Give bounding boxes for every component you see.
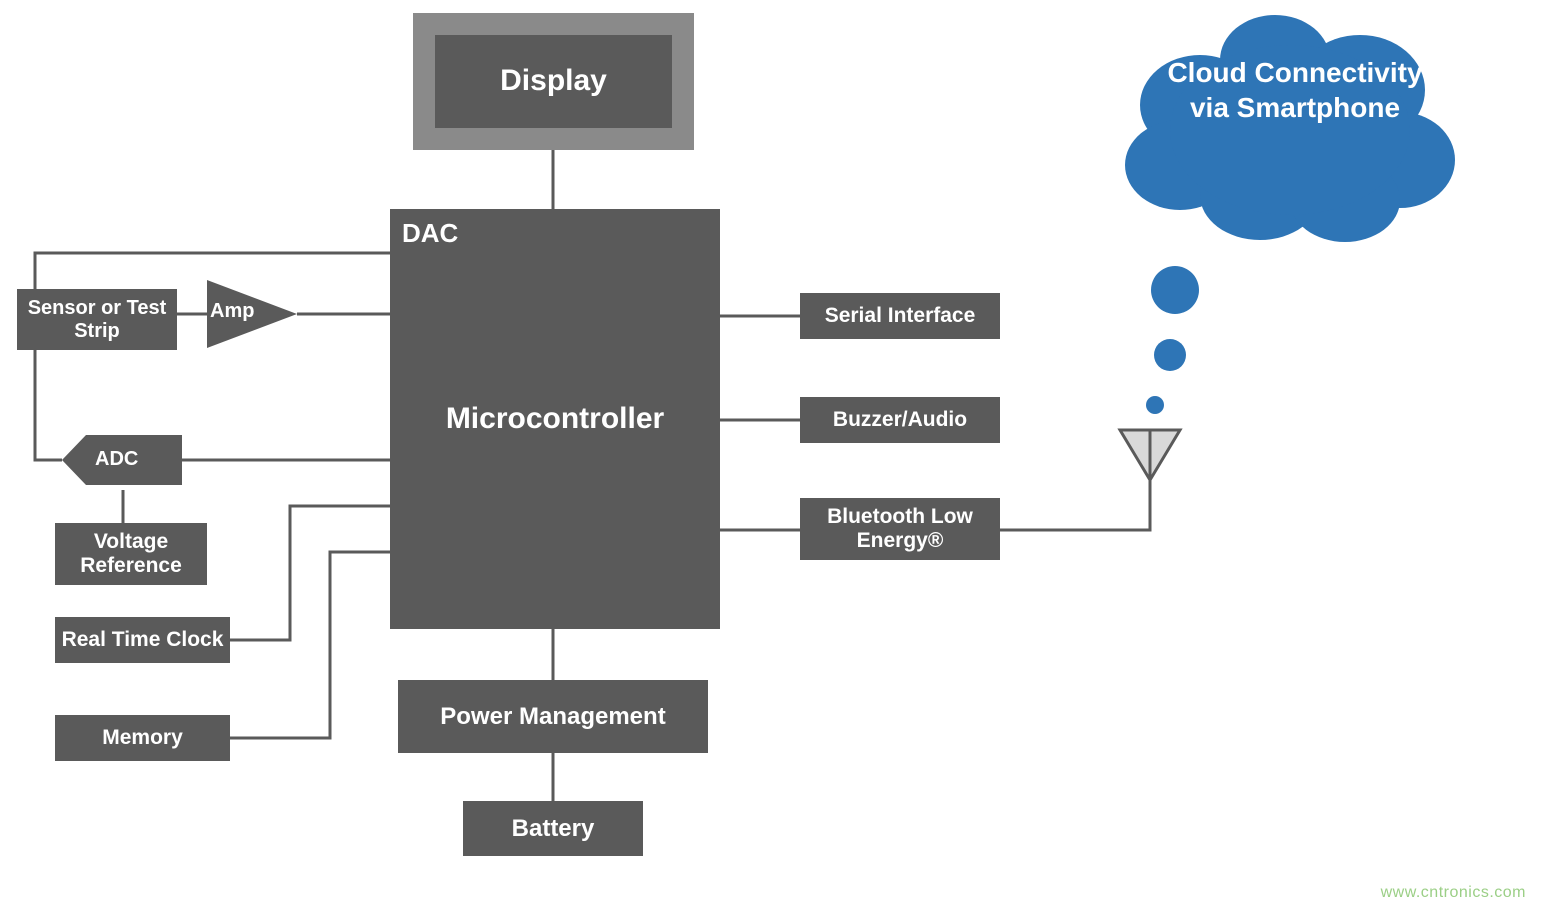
sensor-label: Sensor or Test Strip <box>23 297 171 343</box>
sensor-block: Sensor or Test Strip <box>17 289 177 350</box>
adc-block: ADC <box>95 448 138 471</box>
power-management-block: Power Management <box>398 680 708 753</box>
microcontroller-block: DAC Microcontroller <box>390 209 720 629</box>
serial-interface-label: Serial Interface <box>825 304 976 328</box>
rtc-label: Real Time Clock <box>62 628 224 652</box>
rtc-block: Real Time Clock <box>55 617 230 663</box>
ble-label: Bluetooth Low Energy® <box>806 505 994 553</box>
voltage-reference-block: Voltage Reference <box>55 523 207 585</box>
battery-block: Battery <box>463 801 643 856</box>
adc-label: ADC <box>95 448 138 470</box>
buzzer-label: Buzzer/Audio <box>833 408 967 432</box>
battery-label: Battery <box>512 815 595 843</box>
serial-interface-block: Serial Interface <box>800 293 1000 339</box>
voltage-reference-label: Voltage Reference <box>61 530 201 578</box>
memory-label: Memory <box>102 726 183 750</box>
diagram-wires <box>0 0 1546 908</box>
power-management-label: Power Management <box>440 703 665 731</box>
display-frame: Display <box>413 13 694 150</box>
amp-block: Amp <box>210 300 270 323</box>
memory-block: Memory <box>55 715 230 761</box>
buzzer-block: Buzzer/Audio <box>800 397 1000 443</box>
cloud-label: Cloud Connectivity via Smartphone <box>1167 57 1422 123</box>
display-label: Display <box>500 64 607 99</box>
microcontroller-label: Microcontroller <box>446 402 664 437</box>
amp-label: Amp <box>210 300 254 322</box>
dac-label: DAC <box>402 219 458 249</box>
ble-block: Bluetooth Low Energy® <box>800 498 1000 560</box>
cloud-block: Cloud Connectivity via Smartphone <box>1150 55 1440 125</box>
display-block: Display <box>435 35 672 128</box>
